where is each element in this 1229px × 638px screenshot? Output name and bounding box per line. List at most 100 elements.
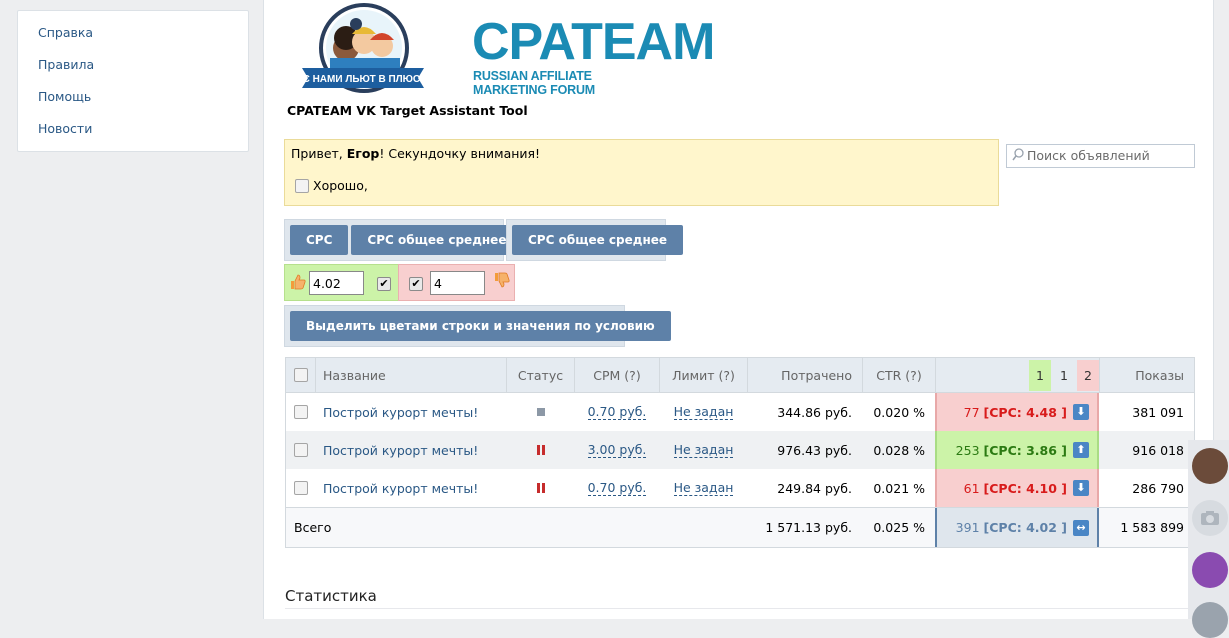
bad-threshold-box: ✔ [398, 264, 515, 301]
table-header: Название Статус CPM (?) Лимит (?) Потрач… [286, 358, 1194, 393]
avatar[interactable] [1192, 448, 1228, 484]
header-status[interactable]: Статус [507, 358, 574, 392]
cpm-value[interactable]: 0.70 руб. [587, 480, 647, 496]
notice-box: Привет, Егор! Секундочку внимания! Хорош… [284, 139, 999, 206]
tool-title: CPATEAM VK Target Assistant Tool [287, 103, 528, 118]
total-spent: 1 571.13 руб. [765, 520, 852, 535]
highlight-button[interactable]: Выделить цветами строки и значения по ус… [290, 311, 671, 341]
total-bid-cell: 391 [CPC: 4.02 ] ↔ [935, 508, 1099, 547]
views-value: 286 790 [1132, 480, 1184, 496]
total-ctr: 0.025 % [873, 520, 925, 535]
arrow-up-icon[interactable]: ⬆ [1073, 442, 1089, 458]
cpc-average-button-2[interactable]: CPC общее среднее [512, 225, 684, 255]
limit-value[interactable]: Не задан [673, 404, 734, 420]
ok-checkbox-row[interactable]: Хорошо, [295, 178, 368, 193]
bid-cell: 253 [CPC: 3.86 ] ⬆ [935, 431, 1099, 469]
cpm-value[interactable]: 3.00 руб. [587, 442, 647, 458]
header-spent[interactable]: Потрачено [748, 358, 862, 392]
bid-count: 61 [963, 480, 980, 496]
logo-emblem-icon: С НАМИ ЛЬЮТ В ПЛЮС! [302, 3, 424, 93]
bid-count: 77 [963, 404, 980, 420]
status-stopped-icon[interactable] [507, 393, 574, 431]
ok-checkbox[interactable] [295, 178, 309, 193]
arrow-down-icon[interactable]: ⬇ [1073, 480, 1089, 496]
bid-count: 253 [955, 442, 980, 458]
bid-tab-1[interactable]: 1 [1029, 360, 1051, 391]
cpm-value[interactable]: 0.70 руб. [587, 404, 647, 420]
total-label: Всего [294, 520, 332, 535]
arrow-down-icon[interactable]: ⬇ [1073, 404, 1089, 420]
greeting-prefix: Привет, [291, 146, 347, 161]
cpc-button[interactable]: CPC [290, 225, 349, 255]
good-threshold-input[interactable] [309, 271, 364, 295]
row-checkbox[interactable] [294, 405, 308, 419]
search-input[interactable]: Поиск объявлений [1006, 144, 1195, 168]
spent-value: 344.86 руб. [777, 404, 852, 420]
row-checkbox[interactable] [294, 481, 308, 495]
brand-subtitle: RUSSIAN AFFILIATE MARKETING FORUM [473, 69, 595, 97]
bid-cell: 77 [CPC: 4.48 ] ⬇ [935, 393, 1099, 431]
nav-item-news[interactable]: Новости [18, 119, 248, 151]
cpc-button-group: CPC CPC общее среднее [284, 219, 523, 261]
nav-item-support[interactable]: Помощь [18, 87, 248, 119]
status-pause-icon[interactable] [507, 469, 574, 507]
limit-value[interactable]: Не задан [673, 480, 734, 496]
bid-tab-1b[interactable]: 1 [1051, 360, 1077, 391]
highlight-group: Выделить цветами строки и значения по ус… [284, 305, 671, 347]
status-pause-icon[interactable] [507, 431, 574, 469]
header-ctr[interactable]: CTR (?) [863, 358, 935, 392]
ok-label: Хорошо, [313, 178, 368, 193]
cpc-average-button[interactable]: CPC общее среднее [351, 225, 523, 255]
ctr-value: 0.021 % [873, 480, 925, 496]
user-name: Егор [346, 146, 380, 161]
cpc-average-group: CPC общее среднее [506, 219, 684, 261]
good-threshold-checkbox[interactable]: ✔ [377, 277, 391, 291]
left-nav: Справка Правила Помощь Новости [17, 10, 249, 152]
row-checkbox[interactable] [294, 443, 308, 457]
ad-name-link[interactable]: Построй курорт мечты! [323, 431, 478, 469]
header-name[interactable]: Название [323, 358, 386, 392]
thumbs-up-icon [291, 274, 306, 290]
bid-cpc: [CPC: 3.86 ] [983, 442, 1067, 458]
nav-item-rules[interactable]: Правила [18, 55, 248, 87]
statistics-heading: Статистика [285, 587, 377, 605]
ad-name-link[interactable]: Построй курорт мечты! [323, 469, 478, 507]
ad-name-link[interactable]: Построй курорт мечты! [323, 393, 478, 431]
greeting-suffix: ! Секундочку внимания! [379, 146, 541, 161]
search-icon [1012, 148, 1024, 161]
bad-threshold-input[interactable] [430, 271, 485, 295]
ads-table: Название Статус CPM (?) Лимит (?) Потрач… [285, 357, 1195, 548]
notice-greeting: Привет, Егор! Секундочку внимания! [291, 146, 992, 161]
total-bid-count: 391 [955, 520, 980, 535]
views-value: 381 091 [1132, 404, 1184, 420]
select-all-checkbox[interactable] [294, 368, 308, 382]
main-content: С НАМИ ЛЬЮТ В ПЛЮС! CPATEAM RUSSIAN AFFI… [263, 0, 1214, 619]
thumbs-down-icon [495, 272, 510, 288]
total-views: 1 583 899 [1120, 520, 1184, 535]
table-row: Построй курорт мечты! 3.00 руб. Не задан… [286, 431, 1194, 469]
ctr-value: 0.020 % [873, 404, 925, 420]
avatar[interactable] [1192, 552, 1228, 588]
limit-value[interactable]: Не задан [673, 442, 734, 458]
arrow-both-icon[interactable]: ↔ [1073, 519, 1089, 536]
camera-icon[interactable] [1192, 500, 1228, 536]
table-row: Построй курорт мечты! 0.70 руб. Не задан… [286, 469, 1194, 507]
search-placeholder: Поиск объявлений [1027, 148, 1150, 163]
cpateam-logo: С НАМИ ЛЬЮТ В ПЛЮС! CPATEAM RUSSIAN AFFI… [300, 2, 715, 97]
bid-cell: 61 [CPC: 4.10 ] ⬇ [935, 469, 1099, 507]
header-views[interactable]: Показы [1100, 358, 1194, 392]
chat-avatars [1188, 440, 1229, 638]
avatar[interactable] [1192, 602, 1228, 638]
bid-cpc: [CPC: 4.10 ] [983, 480, 1067, 496]
bad-threshold-checkbox[interactable]: ✔ [409, 277, 423, 291]
views-value: 916 018 [1132, 442, 1184, 458]
nav-item-help[interactable]: Справка [18, 23, 248, 55]
ctr-value: 0.028 % [873, 442, 925, 458]
spent-value: 249.84 руб. [777, 480, 852, 496]
total-bid-cpc: [CPC: 4.02 ] [983, 520, 1067, 535]
header-cpm[interactable]: CPM (?) [575, 358, 659, 392]
header-limit[interactable]: Лимит (?) [660, 358, 747, 392]
logo-ribbon-text: С НАМИ ЛЬЮТ В ПЛЮС! [303, 74, 424, 85]
table-total-row: Всего 1 571.13 руб. 0.025 % 391 [CPC: 4.… [286, 507, 1194, 547]
bid-tab-2[interactable]: 2 [1077, 360, 1099, 391]
